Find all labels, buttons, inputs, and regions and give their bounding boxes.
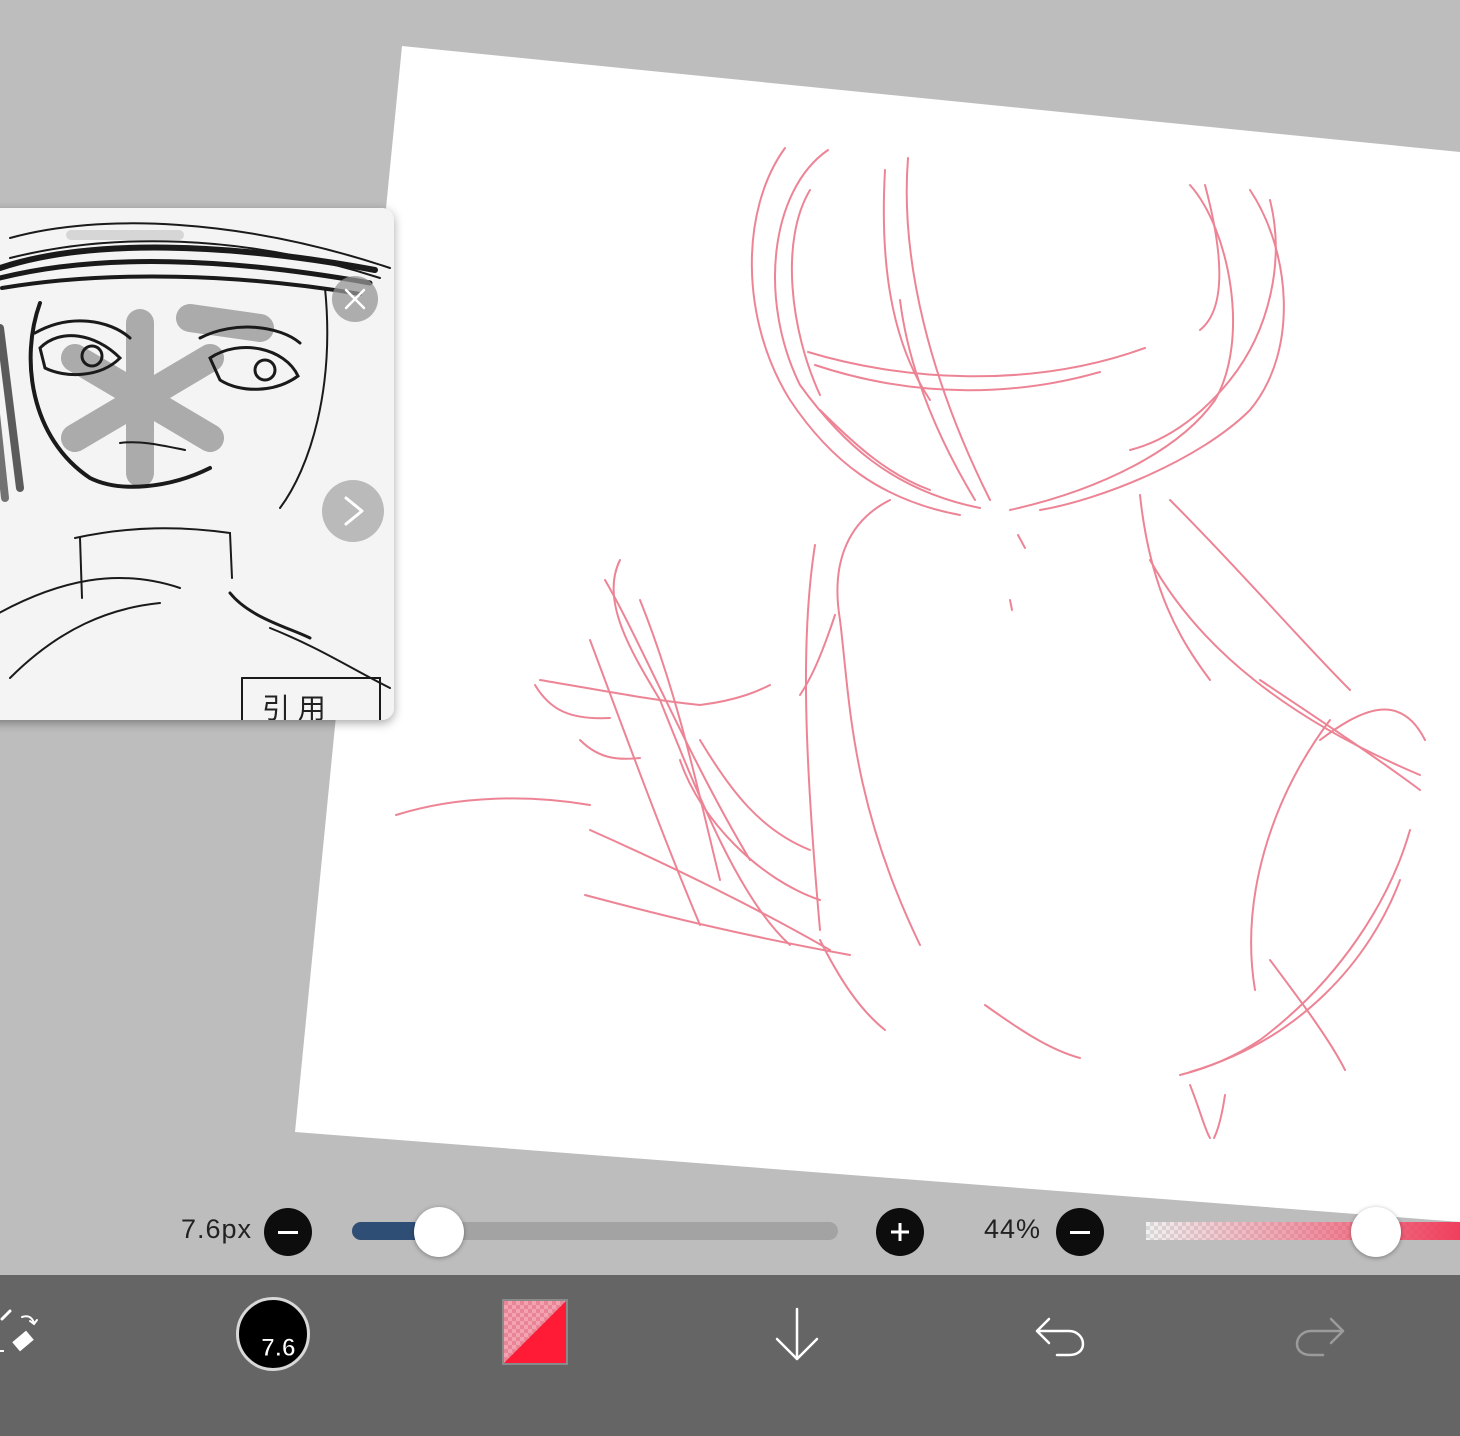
- opacity-decrease-button[interactable]: [1056, 1208, 1104, 1256]
- brush-preview-button[interactable]: 7.6: [230, 1291, 316, 1377]
- brush-preview-circle: 7.6: [236, 1297, 310, 1371]
- brush-size-decrease-button[interactable]: [264, 1208, 312, 1256]
- close-icon[interactable]: [332, 276, 378, 322]
- workspace[interactable]: 引 用: [0, 0, 1460, 1275]
- brush-preview-size: 7.6: [261, 1334, 297, 1363]
- canvas-paper[interactable]: [295, 46, 1460, 1222]
- pen-eraser-swap-icon[interactable]: [0, 1295, 50, 1375]
- brush-size-increase-button[interactable]: [876, 1208, 924, 1256]
- opacity-slider-gradient: [1146, 1222, 1460, 1240]
- arrow-down-icon[interactable]: [766, 1295, 828, 1375]
- minus-icon: [1070, 1230, 1090, 1234]
- reference-panel-drag-handle[interactable]: [66, 230, 184, 240]
- brush-size-slider-fill: [352, 1222, 416, 1240]
- reference-image: 引 用: [0, 208, 394, 720]
- color-swatch-button[interactable]: [502, 1299, 568, 1365]
- chevron-right-icon[interactable]: [322, 480, 384, 542]
- brush-size-label: 7.6px: [181, 1214, 253, 1244]
- redo-icon[interactable]: [1292, 1295, 1350, 1375]
- opacity-slider-track[interactable]: [1146, 1222, 1460, 1240]
- minus-icon: [278, 1230, 298, 1234]
- reference-caption: 引 用: [262, 693, 326, 720]
- reference-panel[interactable]: 引 用: [0, 208, 394, 720]
- plus-icon: [891, 1223, 909, 1241]
- bottom-toolbar: 7.6: [0, 1275, 1460, 1436]
- brush-size-slider-knob[interactable]: [414, 1207, 465, 1257]
- opacity-label: 44%: [984, 1214, 1042, 1244]
- undo-icon[interactable]: [1030, 1295, 1088, 1375]
